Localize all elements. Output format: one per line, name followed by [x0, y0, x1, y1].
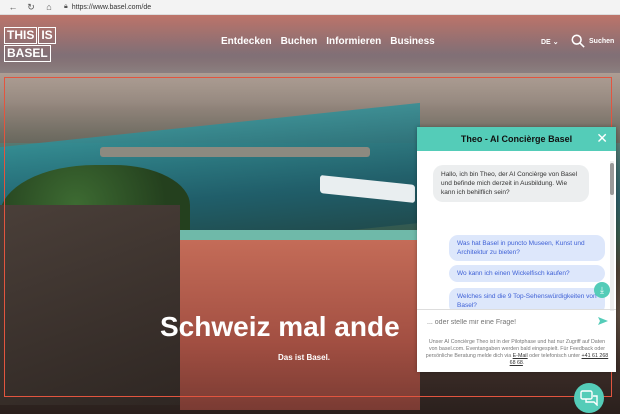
bot-message: Hallo, ich bin Theo, der AI Concièrge vo…: [433, 165, 589, 202]
nav-item-buchen[interactable]: Buchen: [281, 36, 318, 47]
close-icon[interactable]: ✕: [596, 131, 608, 145]
nav-item-entdecken[interactable]: Entdecken: [221, 36, 272, 47]
home-icon[interactable]: ⌂: [44, 2, 54, 12]
chat-panel: Theo - AI Concièrge Basel ✕ Hallo, ich b…: [417, 127, 616, 372]
hero-title: Schweiz mal ande: [160, 311, 400, 342]
chevron-down-icon: ⌄: [552, 39, 559, 46]
address-bar[interactable]: 🔒︎ https://www.basel.com/de: [64, 2, 151, 13]
url-text: https://www.basel.com/de: [71, 3, 152, 11]
suggestion-button[interactable]: Was hat Basel in puncto Museen, Kunst un…: [449, 235, 605, 261]
language-selector[interactable]: DE ⌄: [541, 38, 559, 46]
reload-icon[interactable]: ↻: [26, 2, 36, 13]
disclaimer-text: oder telefonisch unter: [527, 353, 582, 359]
chat-toggle-button[interactable]: [574, 383, 604, 413]
logo-text-is: IS: [38, 27, 56, 44]
download-icon[interactable]: ⤓: [594, 282, 610, 298]
browser-toolbar: ← ↻ ⌂ 🔒︎ https://www.basel.com/de: [0, 0, 620, 15]
chat-scrollbar-thumb[interactable]: [610, 163, 614, 195]
site-logo[interactable]: THIS IS BASEL: [4, 27, 62, 62]
search-button[interactable]: Suchen: [571, 34, 614, 48]
back-icon[interactable]: ←: [8, 2, 18, 12]
email-link[interactable]: E-Mail: [513, 353, 528, 359]
chat-input[interactable]: [425, 317, 589, 327]
search-icon: [571, 34, 585, 48]
suggestion-button[interactable]: Welches sind die 9 Top-Sehenswürdigkeite…: [449, 288, 605, 309]
main-navigation: Entdecken Buchen Informieren Business: [221, 36, 435, 47]
send-icon[interactable]: [598, 316, 608, 326]
search-label: Suchen: [589, 37, 615, 45]
suggestion-button[interactable]: Wo kann ich einen Wickelfisch kaufen?: [449, 265, 605, 282]
lock-icon: 🔒︎: [64, 3, 68, 10]
disclaimer-text: .: [522, 360, 525, 366]
chat-messages: Hallo, ich bin Theo, der AI Concièrge vo…: [417, 151, 616, 309]
nav-item-informieren[interactable]: Informieren: [326, 36, 381, 47]
chat-header: Theo - AI Concièrge Basel ✕: [417, 127, 616, 151]
logo-text-basel: BASEL: [4, 45, 51, 62]
chat-disclaimer: Unser AI Concièrge Theo ist in der Pilot…: [425, 339, 609, 367]
logo-text-this: THIS: [4, 27, 38, 44]
language-label: DE: [541, 39, 551, 46]
chat-icon: [580, 390, 598, 406]
hero-subtitle: Das ist Basel.: [278, 353, 331, 362]
chat-input-area: [417, 309, 616, 334]
nav-item-business[interactable]: Business: [390, 36, 434, 47]
chat-title: Theo - AI Concièrge Basel: [460, 134, 573, 144]
